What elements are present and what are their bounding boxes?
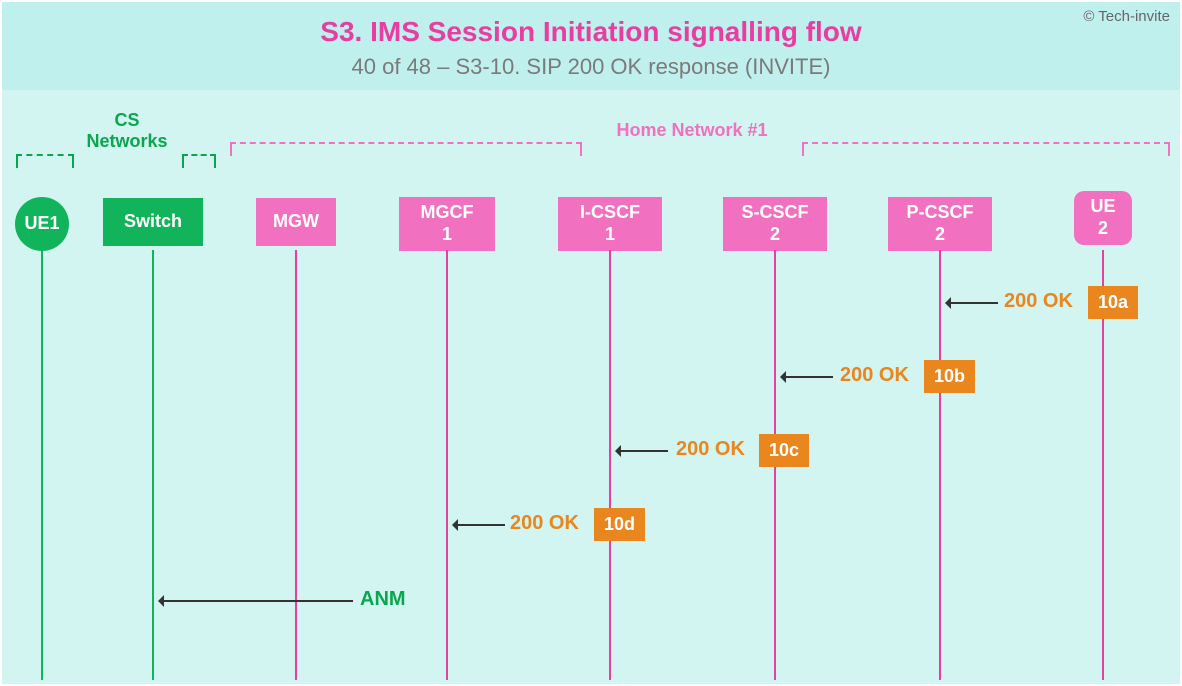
bracket-cs-right [182,154,216,168]
badge-10c: 10c [759,434,809,467]
node-pcscf2-l1: P-CSCF [907,202,974,224]
lifeline-ue1 [41,250,43,680]
node-mgw: MGW [256,198,336,246]
msg-10c-text: 200 OK [676,438,745,461]
node-mgcf1-l2: 1 [442,224,452,246]
node-icscf1-l1: I-CSCF [580,202,640,224]
diagram-canvas: © Tech-invite S3. IMS Session Initiation… [2,2,1180,684]
msg-10b-text: 200 OK [840,364,909,387]
msg-10a-text: 200 OK [1004,290,1073,313]
group-cs-line2: Networks [86,131,167,151]
badge-10a: 10a [1088,286,1138,319]
lifeline-pcscf2 [939,250,941,680]
group-cs-label: CS Networks [62,110,192,152]
node-icscf1-l2: 1 [605,224,615,246]
bracket-cs-left [16,154,74,168]
node-ue1-label: UE1 [24,213,59,235]
node-mgcf1-l1: MGCF [421,202,474,224]
badge-10d: 10d [594,508,645,541]
lifeline-mgw [295,250,297,680]
node-switch-label: Switch [124,211,182,233]
group-cs-line1: CS [114,110,139,130]
node-pcscf2: P-CSCF 2 [888,197,992,251]
diagram-title: S3. IMS Session Initiation signalling fl… [2,16,1180,48]
node-scscf2-l2: 2 [770,224,780,246]
bracket-home-right [802,142,1170,156]
arrow-10c [616,450,668,452]
msg-anm-text: ANM [360,588,406,611]
node-icscf1: I-CSCF 1 [558,197,662,251]
node-scscf2-l1: S-CSCF [742,202,809,224]
arrow-10d [453,524,505,526]
node-mgw-label: MGW [273,211,319,233]
diagram-subtitle: 40 of 48 – S3-10. SIP 200 OK response (I… [2,54,1180,80]
arrow-10b [781,376,833,378]
group-home-label: Home Network #1 [592,120,792,141]
node-switch: Switch [103,198,203,246]
msg-10d-text: 200 OK [510,512,579,535]
arrow-anm [159,600,353,602]
badge-10b: 10b [924,360,975,393]
node-scscf2: S-CSCF 2 [723,197,827,251]
bracket-home-left [230,142,582,156]
lifeline-mgcf1 [446,250,448,680]
lifeline-switch [152,250,154,680]
node-ue2-l2: 2 [1098,218,1108,240]
lifeline-icscf1 [609,250,611,680]
node-mgcf1: MGCF 1 [399,197,495,251]
node-ue2-l1: UE [1090,196,1115,218]
node-pcscf2-l2: 2 [935,224,945,246]
arrow-10a [946,302,998,304]
node-ue1: UE1 [15,197,69,251]
node-ue2: UE 2 [1074,191,1132,245]
